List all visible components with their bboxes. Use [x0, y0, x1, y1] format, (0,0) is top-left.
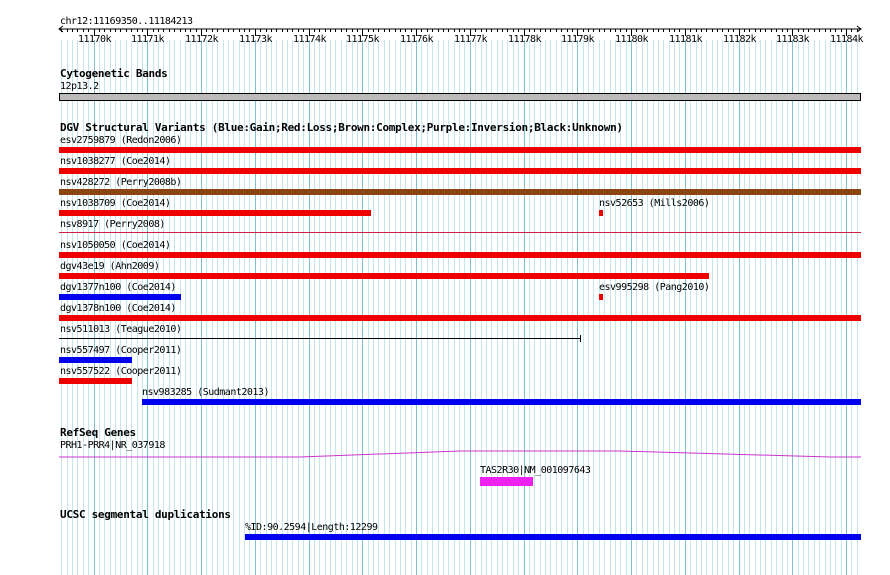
segdup-bar[interactable]	[245, 534, 861, 540]
refseq-gene-exon[interactable]	[480, 477, 533, 486]
refseq-gene-label: TAS2R30|NM_001097643	[480, 465, 591, 476]
segdup-track-title[interactable]: UCSC segmental duplications	[60, 509, 231, 521]
refseq-gene-intron[interactable]	[0, 0, 890, 575]
segdup-label: %ID:90.2594|Length:12299	[245, 522, 378, 533]
